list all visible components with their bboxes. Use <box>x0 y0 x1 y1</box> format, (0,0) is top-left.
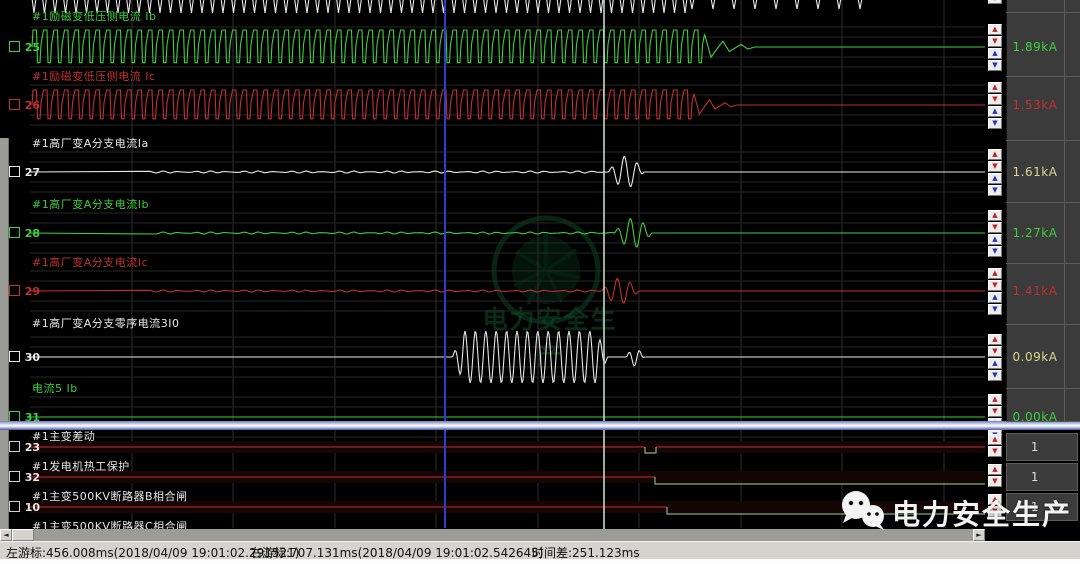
value-panel-divider <box>1064 0 1065 421</box>
channel-checkbox-27[interactable] <box>9 166 20 177</box>
value-panel-separator <box>1006 324 1080 325</box>
channel-value-27: 1.61kA <box>1006 165 1064 179</box>
channel-number-23: 23 <box>22 441 40 454</box>
channel-checkbox-26[interactable] <box>9 99 20 110</box>
channel-label-30: #1高厂变A分支零序电流3I0 <box>32 318 179 330</box>
scale-up-button-10[interactable]: ▲ <box>988 494 1002 505</box>
value-panel-separator <box>1006 388 1080 389</box>
value-panel-separator <box>1006 12 1080 13</box>
shift-up-button-27[interactable]: ▲ <box>988 173 1002 184</box>
channel-number-10: 10 <box>22 501 40 514</box>
value-panel-separator <box>1006 140 1080 141</box>
channel-number-26: 26 <box>22 99 40 112</box>
channel-number-28: 28 <box>22 227 40 240</box>
channel-checkbox-28[interactable] <box>9 227 20 238</box>
channel-label-29: #1高厂变A分支电流Ic <box>32 257 148 269</box>
scale-down-button-29[interactable]: ▼ <box>988 280 1002 291</box>
waveform-trace-top <box>32 0 862 13</box>
scale-down-button-10[interactable]: ▼ <box>988 506 1002 517</box>
shift-down-button-top[interactable]: ▼ <box>988 0 1002 4</box>
channel-value-28: 1.27kA <box>1006 226 1064 240</box>
scale-down-button-28[interactable]: ▼ <box>988 222 1002 233</box>
channel-number-30: 30 <box>22 351 40 364</box>
window-bottom-edge <box>0 559 1080 564</box>
scrollbar-thumb[interactable] <box>12 529 34 541</box>
scale-down-button-31[interactable]: ▼ <box>988 406 1002 417</box>
status-bar: 左游标:456.008ms(2018/04/09 19:01:02.291521… <box>0 541 1080 560</box>
channel-label-32: #1发电机热工保护 <box>32 461 130 473</box>
scale-up-button-26[interactable]: ▲ <box>988 82 1002 93</box>
channel-label-25: #1励磁变低压侧电流 Ib <box>32 11 156 23</box>
channel-label-23: #1主变差动 <box>32 431 95 443</box>
channel-label-31: 电流5 Ib <box>32 383 78 395</box>
channel-label-10: #1主变500KV断路器B相合闸 <box>32 491 188 503</box>
shift-up-button-25[interactable]: ▲ <box>988 48 1002 59</box>
shift-down-button-29[interactable]: ▼ <box>988 304 1002 315</box>
shift-up-button-30[interactable]: ▲ <box>988 358 1002 369</box>
shift-up-button-28[interactable]: ▲ <box>988 234 1002 245</box>
channel-value-32: 1 <box>1006 470 1064 484</box>
channel-value-23: 1 <box>1006 440 1064 454</box>
scale-down-button-27[interactable]: ▼ <box>988 161 1002 172</box>
scale-up-button-23[interactable]: ▲ <box>988 434 1002 445</box>
channel-checkbox-29[interactable] <box>9 285 20 296</box>
analog-digital-divider[interactable] <box>0 421 1080 430</box>
value-panel-separator <box>1006 76 1080 77</box>
channel-label-27: #1高厂变A分支电流Ia <box>32 138 149 150</box>
value-panel-separator <box>1006 202 1080 203</box>
waveform-plot <box>0 0 1080 564</box>
scale-up-button-28[interactable]: ▲ <box>988 210 1002 221</box>
channel-value-25: 1.89kA <box>1006 40 1064 54</box>
channel-value-30: 0.09kA <box>1006 350 1064 364</box>
channel-checkbox-25[interactable] <box>9 41 20 52</box>
shift-down-button-26[interactable]: ▼ <box>988 118 1002 129</box>
shift-up-button-26[interactable]: ▲ <box>988 106 1002 117</box>
scroll-left-button[interactable]: ◄ <box>0 529 12 541</box>
scale-up-button-27[interactable]: ▲ <box>988 149 1002 160</box>
channel-number-27: 27 <box>22 166 40 179</box>
channel-checkbox-23[interactable] <box>9 441 20 452</box>
scale-down-button-30[interactable]: ▼ <box>988 346 1002 357</box>
scale-down-button-32[interactable]: ▼ <box>988 476 1002 487</box>
scale-down-button-25[interactable]: ▼ <box>988 36 1002 47</box>
channel-checkbox-30[interactable] <box>9 351 20 362</box>
channel-checkbox-32[interactable] <box>9 471 20 482</box>
scale-down-button-23[interactable]: ▼ <box>988 446 1002 457</box>
shift-down-button-25[interactable]: ▼ <box>988 60 1002 71</box>
shift-down-button-28[interactable]: ▼ <box>988 246 1002 257</box>
value-panel-separator <box>1006 421 1080 422</box>
scroll-left-icon: ◄ <box>3 531 8 539</box>
scale-up-button-25[interactable]: ▲ <box>988 24 1002 35</box>
channel-value-26: 1.53kA <box>1006 98 1064 112</box>
value-panel-separator <box>1006 263 1080 264</box>
scale-up-button-31[interactable]: ▲ <box>988 394 1002 405</box>
shift-down-button-27[interactable]: ▼ <box>988 185 1002 196</box>
channel-number-32: 32 <box>22 471 40 484</box>
fault-recorder-window: 电力安全生产 ▲▼▲▼#1励磁变低压侧电流 Ib25▲▼▲▼1.89kA#1励磁… <box>0 0 1080 564</box>
shift-down-button-30[interactable]: ▼ <box>988 370 1002 381</box>
channel-value-10: 1 <box>1006 500 1064 514</box>
scale-up-button-29[interactable]: ▲ <box>988 268 1002 279</box>
shift-up-button-29[interactable]: ▲ <box>988 292 1002 303</box>
channel-label-26: #1励磁变低压侧电流 Ic <box>32 71 156 83</box>
channel-number-29: 29 <box>22 285 40 298</box>
channel-number-25: 25 <box>22 41 40 54</box>
horizontal-scrollbar[interactable]: ◄ ► <box>0 529 985 541</box>
scale-down-button-26[interactable]: ▼ <box>988 94 1002 105</box>
scroll-right-icon: ► <box>976 531 981 539</box>
channel-label-28: #1高厂变A分支电流Ib <box>32 199 149 211</box>
channel-checkbox-10[interactable] <box>9 501 20 512</box>
scale-up-button-30[interactable]: ▲ <box>988 334 1002 345</box>
scroll-right-button[interactable]: ► <box>973 529 985 541</box>
scale-up-button-32[interactable]: ▲ <box>988 464 1002 475</box>
channel-value-29: 1.41kA <box>1006 284 1064 298</box>
